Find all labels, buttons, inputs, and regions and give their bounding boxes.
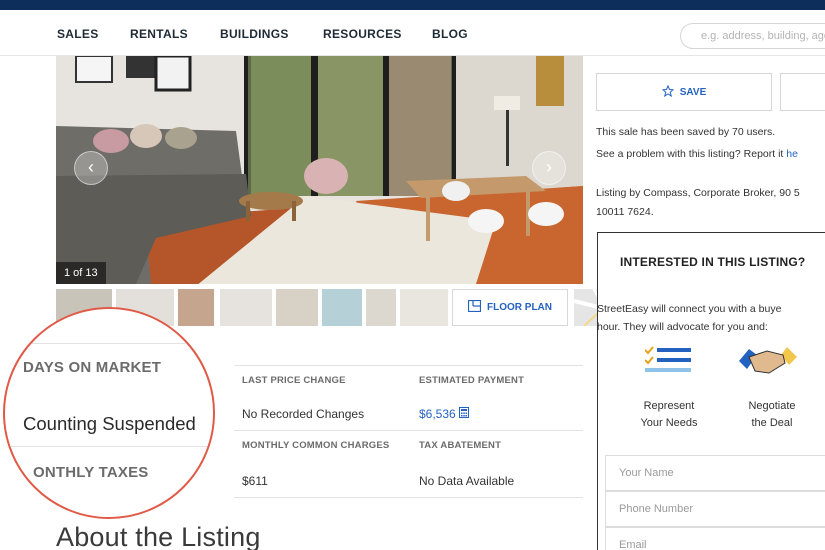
prev-photo-button[interactable]: ‹ bbox=[74, 151, 108, 185]
thumbnail[interactable] bbox=[322, 289, 362, 326]
report-problem-prefix: See a problem with this listing? Report … bbox=[596, 148, 787, 160]
handshake-icon bbox=[739, 341, 805, 386]
estimated-payment-value: $6,536 bbox=[419, 407, 456, 421]
chevron-left-icon: ‹ bbox=[88, 157, 94, 177]
search-input[interactable] bbox=[680, 23, 825, 49]
tax-abatement-value: No Data Available bbox=[419, 474, 515, 488]
thumbnail[interactable] bbox=[400, 289, 448, 326]
lead-form: INTERESTED IN THIS LISTING? StreetEasy w… bbox=[597, 232, 825, 550]
benefit-represent: Represent Your Needs bbox=[640, 400, 698, 429]
mag-divider bbox=[5, 446, 213, 447]
thumbnail[interactable] bbox=[366, 289, 396, 326]
nav-resources[interactable]: RESOURCES bbox=[323, 27, 402, 41]
save-label: SAVE bbox=[679, 86, 707, 98]
star-icon bbox=[661, 84, 674, 100]
next-photo-button[interactable]: › bbox=[532, 151, 566, 185]
floor-plan-button[interactable]: FLOOR PLAN bbox=[452, 289, 568, 326]
calculator-icon bbox=[459, 407, 470, 421]
report-problem-text: See a problem with this listing? Report … bbox=[596, 148, 798, 160]
email-field[interactable] bbox=[605, 527, 825, 550]
stats-divider bbox=[234, 497, 583, 498]
nav-sales[interactable]: SALES bbox=[57, 27, 99, 41]
save-button[interactable]: SAVE bbox=[596, 73, 772, 111]
estimated-payment-label: ESTIMATED PAYMENT bbox=[419, 375, 525, 386]
main-nav: SALES RENTALS BUILDINGS RESOURCES BLOG bbox=[0, 10, 825, 56]
nav-buildings[interactable]: BUILDINGS bbox=[220, 27, 289, 41]
last-price-change-label: LAST PRICE CHANGE bbox=[242, 375, 346, 386]
report-problem-link[interactable]: he bbox=[786, 148, 798, 160]
phone-field[interactable] bbox=[605, 491, 825, 527]
listing-broker-line1: Listing by Compass, Corporate Broker, 90… bbox=[596, 187, 800, 199]
thumbnail[interactable] bbox=[178, 289, 214, 326]
days-on-market-value: Counting Suspended bbox=[23, 413, 196, 434]
thumbnail[interactable] bbox=[220, 289, 272, 326]
estimated-payment-link[interactable]: $6,536 bbox=[419, 407, 470, 421]
last-price-change-value: No Recorded Changes bbox=[242, 407, 365, 421]
lead-form-title: INTERESTED IN THIS LISTING? bbox=[620, 255, 806, 269]
chevron-right-icon: › bbox=[546, 157, 552, 177]
thumbnail[interactable] bbox=[276, 289, 318, 326]
lead-desc-line2: hour. They will advocate for you and: bbox=[597, 321, 768, 333]
monthly-taxes-label: ONTHLY TAXES bbox=[33, 464, 149, 481]
saved-count-text: This sale has been saved by 70 users. bbox=[596, 126, 776, 138]
lead-desc-line1: StreetEasy will connect you with a buye bbox=[597, 303, 782, 315]
about-listing-heading: About the Listing bbox=[56, 522, 261, 550]
floor-plan-label: FLOOR PLAN bbox=[487, 302, 552, 313]
mag-divider bbox=[5, 343, 213, 344]
monthly-common-charges-label: MONTHLY COMMON CHARGES bbox=[242, 440, 390, 451]
nav-rentals[interactable]: RENTALS bbox=[130, 27, 188, 41]
magnifier-callout: DAYS ON MARKET Counting Suspended ONTHLY… bbox=[3, 307, 215, 519]
nav-blog[interactable]: BLOG bbox=[432, 27, 468, 41]
listing-photo[interactable]: ‹ › 1 of 13 bbox=[56, 56, 583, 284]
photo-counter: 1 of 13 bbox=[56, 262, 106, 284]
listing-broker-line2: 10011 7624. bbox=[596, 206, 654, 218]
monthly-common-charges-value: $611 bbox=[242, 474, 268, 488]
floor-plan-icon bbox=[467, 299, 482, 315]
stats-divider bbox=[234, 430, 583, 431]
checklist-icon bbox=[644, 346, 691, 381]
benefit-negotiate: Negotiate the Deal bbox=[748, 400, 796, 429]
days-on-market-label: DAYS ON MARKET bbox=[23, 359, 162, 376]
top-brand-bar bbox=[0, 0, 825, 10]
tax-abatement-label: TAX ABATEMENT bbox=[419, 440, 502, 451]
share-button[interactable] bbox=[780, 73, 825, 111]
name-field[interactable] bbox=[605, 455, 825, 491]
living-room-photo bbox=[56, 56, 583, 284]
stats-divider bbox=[234, 365, 583, 366]
